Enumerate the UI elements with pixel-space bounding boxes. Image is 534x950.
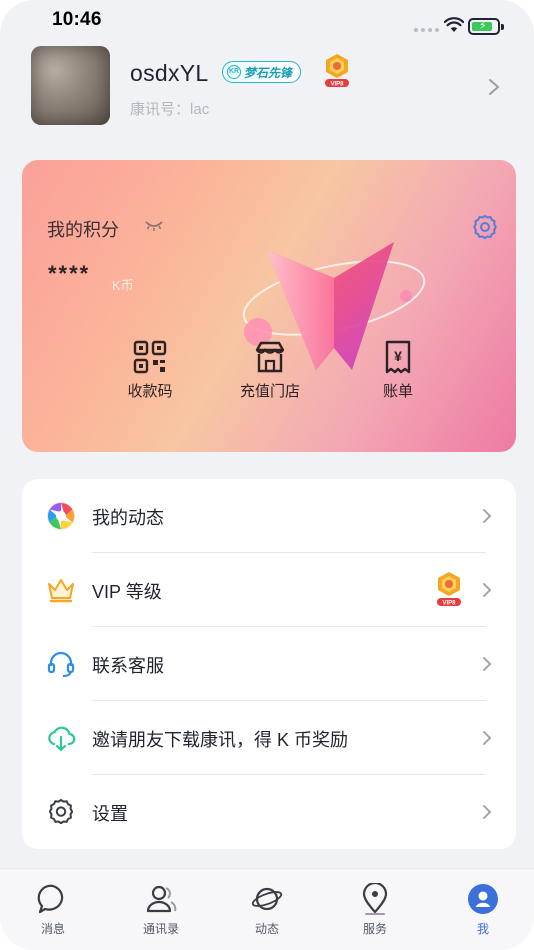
location-icon bbox=[362, 883, 388, 915]
tab-contacts[interactable]: 通讯录 bbox=[121, 883, 201, 937]
tab-label: 消息 bbox=[40, 922, 65, 936]
vip-level-icon-text: VIP8 bbox=[330, 82, 344, 88]
contacts-icon bbox=[146, 885, 177, 913]
vip-badge-icon: VIP8 bbox=[437, 572, 461, 607]
topup-store-button[interactable]: 充值门店 bbox=[225, 340, 315, 401]
planet-icon bbox=[251, 887, 283, 911]
svg-text:¥: ¥ bbox=[394, 348, 402, 364]
menu-item-customer-service[interactable]: 联系客服 bbox=[22, 627, 516, 701]
points-title: 我的积分 bbox=[47, 220, 119, 240]
eye-closed-icon[interactable] bbox=[144, 218, 164, 232]
topup-store-label: 充值门店 bbox=[239, 383, 300, 400]
pioneer-badge-label: 梦石先锋 bbox=[244, 65, 293, 80]
status-bar: 10:46 ⚡ bbox=[0, 0, 534, 40]
points-card: 我的积分 **** K币 收款码 充值门店 ¥ 账单 bbox=[22, 160, 516, 452]
profile-username: osdxYL bbox=[130, 60, 209, 86]
tab-me[interactable]: 我 bbox=[443, 883, 523, 937]
avatar[interactable] bbox=[31, 46, 110, 125]
account-id: 康讯号：lac bbox=[130, 98, 209, 119]
menu-item-label: 我的动态 bbox=[92, 508, 164, 528]
menu-item-vip-level[interactable]: VIP 等级 VIP8 bbox=[22, 553, 516, 627]
vip-badge-text: VIP8 bbox=[442, 601, 456, 607]
chat-icon bbox=[37, 884, 64, 914]
receive-code-label: 收款码 bbox=[127, 383, 173, 400]
tab-label: 动态 bbox=[254, 922, 279, 936]
store-icon bbox=[255, 341, 285, 373]
receipt-icon: ¥ bbox=[385, 340, 411, 374]
chevron-right-icon bbox=[483, 657, 492, 671]
menu-item-invite-friends[interactable]: 邀请朋友下载康讯，得 K 币奖励 bbox=[22, 701, 516, 775]
chevron-right-icon bbox=[483, 805, 492, 819]
menu-list: 我的动态 VIP 等级 VIP8 联系客服 邀请朋友下载康讯，得 K 币奖励 设… bbox=[22, 479, 516, 849]
menu-item-settings[interactable]: 设置 bbox=[22, 775, 516, 849]
account-label: 康讯号： bbox=[130, 101, 191, 118]
menu-item-label: 邀请朋友下载康讯，得 K 币奖励 bbox=[92, 730, 349, 750]
menu-item-label: VIP 等级 bbox=[92, 582, 162, 602]
points-unit: K币 bbox=[112, 278, 134, 293]
vip-level-icon[interactable]: VIP8 bbox=[322, 52, 352, 88]
account-value: lac bbox=[190, 101, 210, 118]
bill-button[interactable]: ¥ 账单 bbox=[353, 340, 443, 401]
status-time: 10:46 bbox=[52, 9, 102, 30]
bill-label: 账单 bbox=[382, 383, 413, 400]
crown-icon bbox=[48, 579, 74, 603]
tab-services[interactable]: 服务 bbox=[335, 883, 415, 937]
cellular-signal-icon bbox=[414, 28, 439, 32]
me-icon bbox=[468, 884, 498, 914]
gear-icon bbox=[48, 799, 74, 825]
tab-label: 通讯录 bbox=[142, 922, 179, 936]
tab-moments[interactable]: 动态 bbox=[227, 883, 307, 937]
menu-item-label: 联系客服 bbox=[92, 656, 164, 676]
menu-item-my-moments[interactable]: 我的动态 bbox=[22, 479, 516, 553]
gear-icon[interactable] bbox=[472, 214, 498, 240]
chevron-right-icon bbox=[483, 509, 492, 523]
wifi-icon bbox=[444, 17, 464, 32]
pioneer-badge[interactable]: KR 梦石先锋 bbox=[222, 61, 302, 83]
tab-messages[interactable]: 消息 bbox=[13, 883, 93, 937]
cloud-download-icon bbox=[48, 726, 76, 752]
aperture-icon bbox=[47, 502, 75, 530]
chevron-right-icon bbox=[483, 731, 492, 745]
qr-code-icon bbox=[133, 340, 167, 374]
receive-code-button[interactable]: 收款码 bbox=[105, 340, 195, 401]
menu-item-label: 设置 bbox=[92, 804, 128, 824]
chevron-right-icon[interactable] bbox=[488, 78, 500, 96]
tab-label: 服务 bbox=[362, 922, 387, 936]
chevron-right-icon bbox=[483, 583, 492, 597]
phone-screen: 10:46 ⚡ osdxYL KR 梦石先锋 VIP8 康讯号：lac 我的积分… bbox=[0, 0, 534, 950]
pioneer-badge-icon: KR bbox=[227, 65, 241, 79]
tab-label: 我 bbox=[476, 922, 489, 936]
points-value: **** bbox=[48, 261, 91, 286]
bottom-tab-bar: 消息 通讯录 动态 服务 我 bbox=[0, 868, 534, 950]
headset-icon bbox=[47, 651, 75, 677]
battery-icon: ⚡ bbox=[468, 18, 504, 35]
